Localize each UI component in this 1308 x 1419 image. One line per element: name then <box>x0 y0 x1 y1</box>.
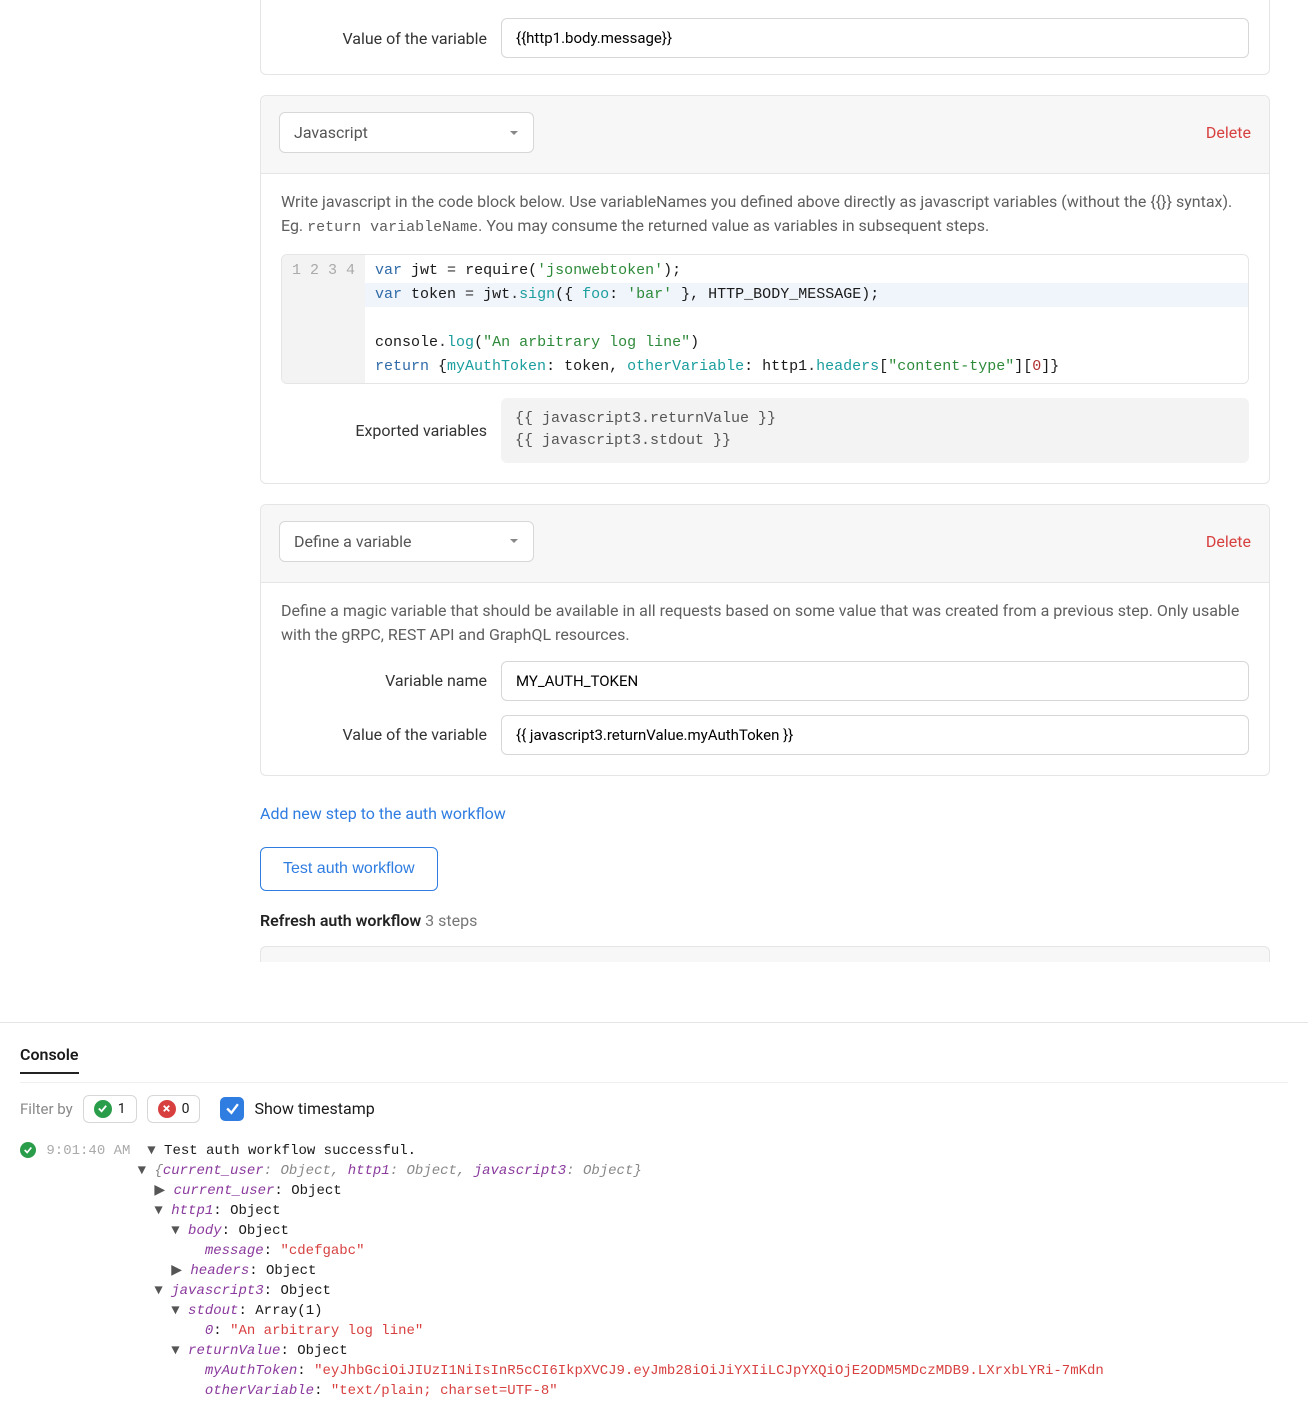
add-step-link[interactable]: Add new step to the auth workflow <box>260 804 506 823</box>
define-variable-step-card: Define a variable Delete Define a magic … <box>260 504 1270 776</box>
check-circle-icon <box>20 1142 36 1158</box>
console-log-output[interactable]: 9:01:40 AM ▼ Test auth workflow successf… <box>0 1137 1308 1419</box>
test-auth-workflow-button[interactable]: Test auth workflow <box>260 847 438 891</box>
define-variable-description: Define a magic variable that should be a… <box>281 599 1249 647</box>
console-tab[interactable]: Console <box>20 1037 79 1074</box>
show-timestamp-label[interactable]: Show timestamp <box>254 1099 374 1118</box>
step-type-label: Define a variable <box>294 532 412 551</box>
delete-step-link[interactable]: Delete <box>1206 123 1251 142</box>
exported-vars-label: Exported variables <box>281 421 501 440</box>
javascript-description: Write javascript in the code block below… <box>281 190 1249 240</box>
filter-error-pill[interactable]: 0 <box>147 1095 201 1123</box>
variable-name-input[interactable] <box>501 661 1249 701</box>
exported-vars-box: {{ javascript3.returnValue }} {{ javascr… <box>501 398 1249 463</box>
delete-step-link[interactable]: Delete <box>1206 532 1251 551</box>
variable-name-label: Variable name <box>281 671 501 690</box>
step-type-select[interactable]: Define a variable <box>279 521 534 562</box>
code-lines: var jwt = require('jsonwebtoken'); var t… <box>365 255 1248 383</box>
x-circle-icon <box>158 1100 176 1118</box>
filter-success-pill[interactable]: 1 <box>83 1095 137 1123</box>
define-variable-card-partial: Value of the variable <box>260 0 1270 75</box>
variable-value-label: Value of the variable <box>281 725 501 744</box>
javascript-step-card: Javascript Delete Write javascript in th… <box>260 95 1270 484</box>
show-timestamp-checkbox[interactable] <box>220 1097 244 1121</box>
variable-value-input[interactable] <box>501 715 1249 755</box>
console-panel: Console Filter by 1 0 Show timestamp 9:0… <box>0 1022 1308 1419</box>
chevron-down-icon <box>509 128 519 138</box>
line-gutter: 1 2 3 4 <box>282 255 365 383</box>
filter-by-label: Filter by <box>20 1100 73 1118</box>
check-circle-icon <box>94 1100 112 1118</box>
chevron-down-icon <box>509 536 519 546</box>
step-type-select[interactable]: Javascript <box>279 112 534 153</box>
value-label: Value of the variable <box>281 29 501 48</box>
step-type-label: Javascript <box>294 123 368 142</box>
code-editor[interactable]: 1 2 3 4 var jwt = require('jsonwebtoken'… <box>281 254 1249 384</box>
refresh-auth-heading: Refresh auth workflow 3 steps <box>260 911 1270 930</box>
value-input[interactable] <box>501 18 1249 58</box>
next-card-partial <box>260 946 1270 962</box>
